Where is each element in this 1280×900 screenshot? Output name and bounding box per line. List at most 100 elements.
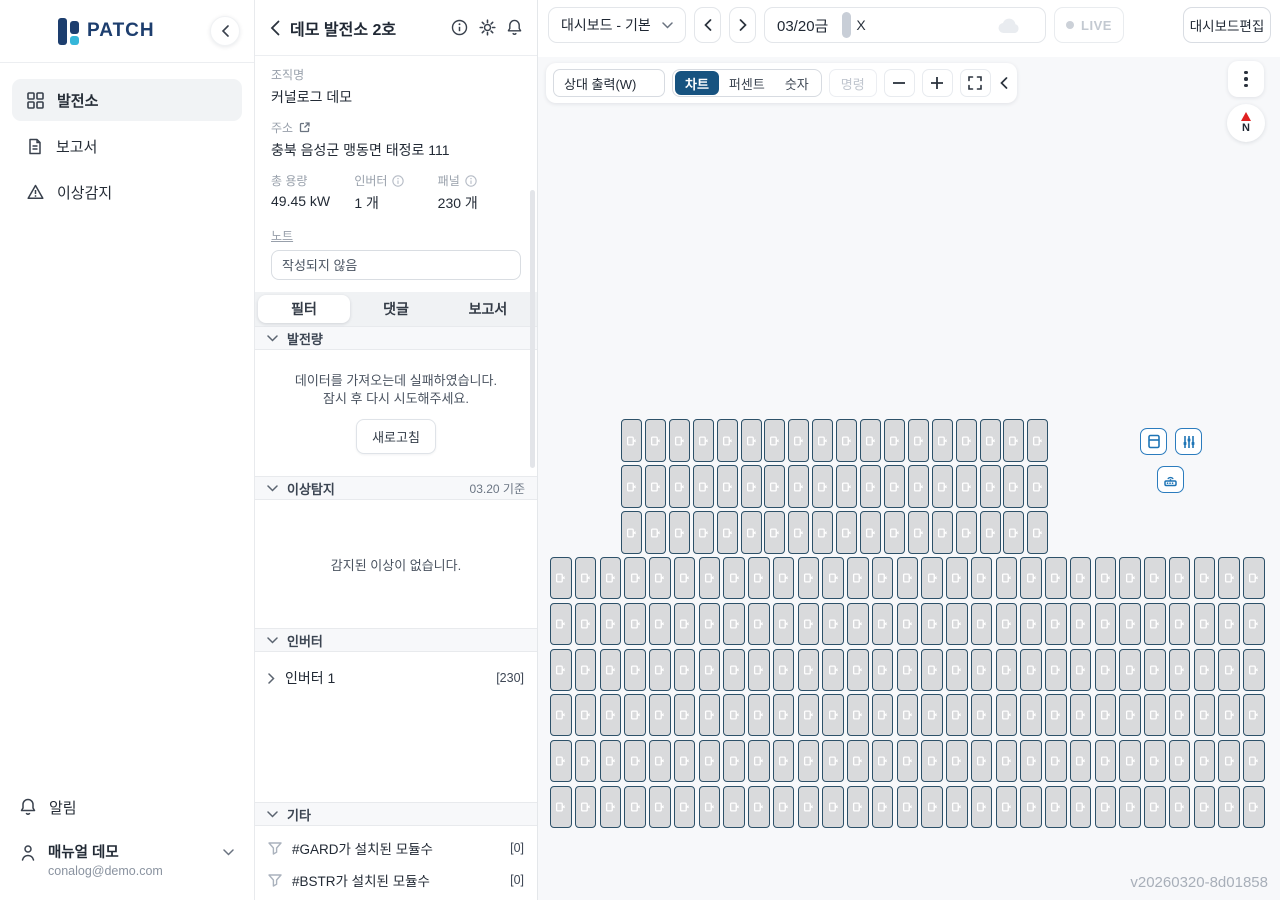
solar-module[interactable] — [860, 511, 881, 554]
solar-module[interactable] — [693, 465, 714, 508]
metric-select[interactable]: 상대 출력(W) — [553, 69, 665, 97]
date-scrubber[interactable]: 03/20금 X — [764, 7, 1046, 43]
solar-module[interactable] — [980, 465, 1001, 508]
solar-module[interactable] — [1003, 419, 1024, 462]
solar-module[interactable] — [575, 649, 597, 691]
solar-module[interactable] — [996, 649, 1018, 691]
solar-module[interactable] — [872, 786, 894, 828]
solar-module[interactable] — [773, 740, 795, 782]
sidebar-collapse-button[interactable] — [210, 16, 240, 46]
solar-module[interactable] — [773, 603, 795, 645]
alerts-button[interactable]: 알림 — [20, 787, 234, 827]
solar-module[interactable] — [600, 694, 622, 736]
solar-module[interactable] — [1070, 649, 1092, 691]
filter-row-gard[interactable]: #GARD가 설치된 모듈수 [0] — [255, 832, 537, 864]
solar-module[interactable] — [798, 603, 820, 645]
solar-module[interactable] — [1169, 603, 1191, 645]
solar-module[interactable] — [1119, 740, 1141, 782]
solar-module[interactable] — [621, 465, 642, 508]
solar-module[interactable] — [1144, 740, 1166, 782]
solar-module[interactable] — [1070, 557, 1092, 599]
dashboard-edit-button[interactable]: 대시보드편집 — [1183, 7, 1271, 43]
solar-module[interactable] — [600, 557, 622, 599]
solar-module[interactable] — [884, 419, 905, 462]
solar-module[interactable] — [600, 649, 622, 691]
solar-module[interactable] — [1243, 786, 1265, 828]
solar-module[interactable] — [822, 603, 844, 645]
solar-module[interactable] — [717, 511, 738, 554]
solar-module[interactable] — [645, 419, 666, 462]
solar-module[interactable] — [1169, 694, 1191, 736]
solar-module[interactable] — [1243, 694, 1265, 736]
solar-module[interactable] — [1243, 603, 1265, 645]
solar-module[interactable] — [699, 603, 721, 645]
solar-module[interactable] — [624, 786, 646, 828]
solar-module[interactable] — [798, 740, 820, 782]
solar-module[interactable] — [1119, 649, 1141, 691]
solar-module[interactable] — [1045, 603, 1067, 645]
live-button[interactable]: LIVE — [1054, 7, 1124, 43]
solar-module[interactable] — [649, 786, 671, 828]
solar-module[interactable] — [1003, 465, 1024, 508]
view-tab-percent[interactable]: 퍼센트 — [719, 71, 775, 95]
solar-module[interactable] — [1144, 694, 1166, 736]
solar-module[interactable] — [748, 694, 770, 736]
solar-module[interactable] — [1218, 557, 1240, 599]
solar-module[interactable] — [1144, 603, 1166, 645]
solar-module[interactable] — [1194, 603, 1216, 645]
solar-module[interactable] — [764, 511, 785, 554]
solar-module[interactable] — [575, 557, 597, 599]
solar-module[interactable] — [798, 786, 820, 828]
solar-module[interactable] — [996, 694, 1018, 736]
solar-module[interactable] — [980, 419, 1001, 462]
solar-module[interactable] — [788, 465, 809, 508]
solar-module[interactable] — [822, 740, 844, 782]
solar-module[interactable] — [699, 786, 721, 828]
solar-module[interactable] — [1070, 603, 1092, 645]
solar-module[interactable] — [723, 694, 745, 736]
notifications-button[interactable] — [507, 19, 522, 36]
solar-module[interactable] — [1003, 511, 1024, 554]
solar-module[interactable] — [847, 557, 869, 599]
solar-module[interactable] — [699, 694, 721, 736]
command-button[interactable]: 명령 — [829, 69, 877, 97]
inverter-row[interactable]: 인버터 1 [230] — [255, 660, 537, 696]
solar-module[interactable] — [1020, 694, 1042, 736]
solar-module[interactable] — [723, 649, 745, 691]
solar-module[interactable] — [1194, 557, 1216, 599]
solar-module[interactable] — [575, 603, 597, 645]
solar-module[interactable] — [624, 557, 646, 599]
solar-module[interactable] — [645, 511, 666, 554]
solar-module[interactable] — [860, 419, 881, 462]
solar-module[interactable] — [971, 786, 993, 828]
solar-module[interactable] — [1095, 786, 1117, 828]
solar-module[interactable] — [674, 603, 696, 645]
solar-module[interactable] — [822, 557, 844, 599]
plant-canvas[interactable]: 상대 출력(W) 차트 퍼센트 숫자 명령 — [538, 57, 1280, 900]
solar-module[interactable] — [932, 465, 953, 508]
solar-module[interactable] — [674, 740, 696, 782]
solar-module[interactable] — [946, 786, 968, 828]
solar-module[interactable] — [723, 603, 745, 645]
solar-module[interactable] — [764, 465, 785, 508]
solar-module[interactable] — [550, 557, 572, 599]
solar-module[interactable] — [699, 740, 721, 782]
solar-module[interactable] — [788, 511, 809, 554]
solar-module[interactable] — [822, 649, 844, 691]
solar-module[interactable] — [1144, 557, 1166, 599]
solar-module[interactable] — [872, 557, 894, 599]
solar-module[interactable] — [773, 694, 795, 736]
solar-module[interactable] — [1218, 786, 1240, 828]
solar-module[interactable] — [748, 649, 770, 691]
sidebar-item-anomaly[interactable]: 이상감지 — [12, 171, 242, 213]
solar-module[interactable] — [575, 786, 597, 828]
solar-module[interactable] — [836, 419, 857, 462]
filter-row-bstr[interactable]: #BSTR가 설치된 모듈수 [0] — [255, 864, 537, 896]
solar-module[interactable] — [971, 603, 993, 645]
solar-module[interactable] — [897, 557, 919, 599]
device-junction-box[interactable] — [1140, 428, 1167, 455]
solar-module[interactable] — [1095, 603, 1117, 645]
solar-module[interactable] — [699, 649, 721, 691]
solar-module[interactable] — [723, 786, 745, 828]
solar-module[interactable] — [1027, 465, 1048, 508]
